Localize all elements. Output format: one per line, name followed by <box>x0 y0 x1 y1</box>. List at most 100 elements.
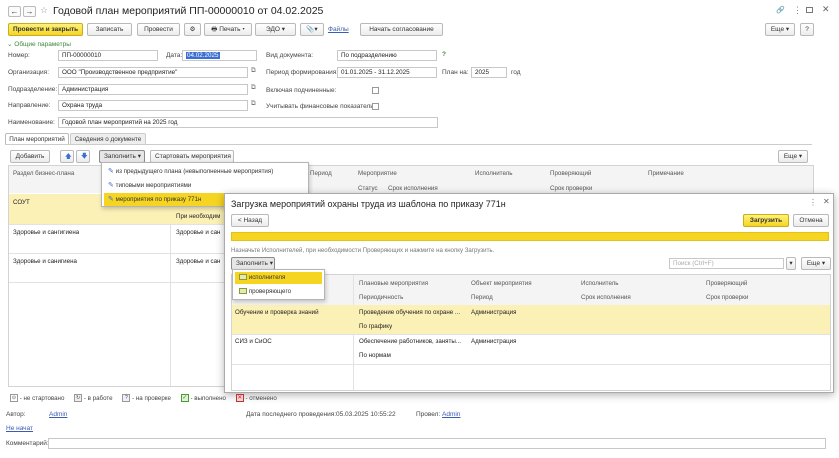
link-icon[interactable]: 🔗 <box>776 6 785 14</box>
help-icon[interactable]: ? <box>442 51 446 58</box>
dialog-hdr-object: Объект мероприятия <box>471 280 532 287</box>
plan-year-field[interactable]: 2025 <box>471 67 507 78</box>
dialog-subhdr-period: Период <box>471 294 493 301</box>
add-button[interactable]: Добавить <box>10 150 50 163</box>
table-icon <box>239 288 247 295</box>
main-hdr-period: Период <box>310 170 332 177</box>
structure-icon[interactable]: ⚙ <box>184 23 201 36</box>
help-button[interactable]: ? <box>800 23 814 36</box>
main-subhdr-status: Статус <box>358 185 378 192</box>
legend-done: - выполнено <box>190 395 226 402</box>
date-label: Дата: <box>166 52 183 59</box>
edo-button[interactable]: ЭДО ▾ <box>255 23 296 36</box>
main-hdr-event: Мероприятие <box>358 170 397 177</box>
incl-sub-label: Включая подчиненные: <box>266 87 337 94</box>
start-approval-button[interactable]: Начать согласование <box>360 23 443 36</box>
edo-label: ЭДО <box>266 26 280 33</box>
dialog-subhdr-check-deadline: Срок проверки <box>706 294 749 301</box>
print-label: Печать <box>219 26 241 33</box>
main-hdr-section: Раздел бизнес-плана <box>13 170 75 177</box>
window-maximize-icon[interactable] <box>806 7 813 13</box>
dialog-row2-event: Обеспечение работников, заняты... <box>359 338 461 345</box>
posted-link[interactable]: Admin <box>442 411 460 418</box>
fill-menu-item-previous[interactable]: ✎ из предыдущего плана (невыполненные ме… <box>104 165 306 178</box>
date-field[interactable]: 04.02.2025 <box>182 50 257 61</box>
more-button[interactable]: Еще ▾ <box>765 23 795 36</box>
general-section-label: Общие параметры <box>14 41 71 48</box>
post-and-close-button[interactable]: Провести и закрыть <box>8 23 83 36</box>
comment-field[interactable] <box>48 438 826 449</box>
nav-forward-button[interactable]: → <box>23 6 36 17</box>
dept-link-icon[interactable]: ⧉ <box>251 84 256 92</box>
move-up-button[interactable]: 🡅 <box>60 150 74 163</box>
date-value: 04.02.2025 <box>186 52 220 59</box>
period-label: Период формирования: <box>266 69 339 76</box>
dialog-back-button[interactable]: < Назад <box>231 214 269 227</box>
dialog-fill-item-executor[interactable]: исполнителя <box>235 272 322 284</box>
table-row[interactable] <box>232 335 830 364</box>
doctype-field[interactable]: По подразделению <box>337 50 437 61</box>
dialog-row-divider-2 <box>232 364 830 365</box>
dialog-more-icon[interactable]: ⋮ <box>809 198 817 207</box>
dialog-more-button[interactable]: Еще ▾ <box>801 257 831 270</box>
legend: ⊙ - не стартовано ↻ - в работе ? - на пр… <box>10 393 277 404</box>
number-field[interactable]: ПП-00000010 <box>58 50 158 61</box>
status-not-started-link[interactable]: Не начат <box>6 425 33 432</box>
load-dialog: Загрузка мероприятий охраны труда из шаб… <box>224 193 834 393</box>
main-row3-event: Здоровье и сан <box>176 258 221 265</box>
plan-year-label: План на: <box>442 69 469 76</box>
dialog-cancel-button[interactable]: Отмена <box>793 214 829 227</box>
fin-checkbox[interactable] <box>372 103 379 110</box>
more-label: Еще <box>770 26 785 33</box>
fill-menu-item-typical[interactable]: ✎ типовыми мероприятиями <box>104 179 306 192</box>
main-subhdr-check-deadline: Срок проверки <box>550 185 593 192</box>
dept-field[interactable]: Администрация <box>58 84 248 95</box>
fin-label: Учитывать финансовые показатели: <box>266 103 376 110</box>
period-field[interactable]: 01.01.2025 - 31.12.2025 <box>337 67 437 78</box>
post-button[interactable]: Провести <box>137 23 180 36</box>
dialog-search-input[interactable]: Поиск (Ctrl+F) <box>669 258 784 269</box>
legend-in-work: - в работе <box>83 395 113 402</box>
files-link[interactable]: Файлы <box>328 26 349 33</box>
dialog-close-icon[interactable]: ✕ <box>823 197 830 206</box>
dialog-fill-item-checker[interactable]: проверяющего <box>235 286 322 298</box>
favorite-star-icon[interactable]: ☆ <box>40 5 48 16</box>
save-button[interactable]: Записать <box>87 23 132 36</box>
org-field[interactable]: ООО "Производственное предприятие" <box>58 67 248 78</box>
nav-back-button[interactable]: ← <box>8 6 21 17</box>
org-label: Организация: <box>8 69 50 76</box>
dir-link-icon[interactable]: ⧉ <box>251 100 256 108</box>
dialog-search-dropdown[interactable]: ▾ <box>786 257 796 270</box>
fill-menu-label-typical: типовыми мероприятиями <box>115 182 192 189</box>
dialog-fill-menu: исполнителя проверяющего <box>232 269 325 300</box>
incl-sub-checkbox[interactable] <box>372 87 379 94</box>
status-on-check-icon: ? <box>122 394 131 403</box>
dialog-row2-group: СИЗ и СиОС <box>235 338 272 345</box>
table-row[interactable] <box>232 305 830 334</box>
general-params-toggle[interactable]: ⌄ Общие параметры <box>7 40 71 48</box>
table-icon <box>239 274 247 281</box>
plan-more-button[interactable]: Еще ▾ <box>778 150 808 163</box>
dialog-fill-label-executor: исполнителя <box>248 274 286 281</box>
move-down-button[interactable]: 🡇 <box>76 150 90 163</box>
close-icon[interactable]: ✕ <box>822 4 830 15</box>
dir-field[interactable]: Охрана труда <box>58 100 248 111</box>
attach-button[interactable]: 📎▾ <box>300 23 324 36</box>
doctype-label: Вид документа: <box>266 52 314 59</box>
main-row3-section: Здоровье и санигиена <box>13 258 77 265</box>
dialog-row1-object: Администрация <box>471 309 517 316</box>
dialog-row1-group: Обучение и проверка знаний <box>235 309 319 316</box>
name-field[interactable]: Годовой план мероприятий на 2025 год <box>58 117 438 128</box>
number-label: Номер: <box>8 52 30 59</box>
dialog-load-button[interactable]: Загрузить <box>743 214 789 227</box>
posted-label: Провел: <box>416 411 441 418</box>
author-link[interactable]: Admin <box>49 411 67 418</box>
legend-on-check: - на проверке <box>132 395 172 402</box>
legend-cancelled: - отменено <box>245 395 277 402</box>
last-post-label: Дата последнего проведения: <box>246 411 337 418</box>
org-link-icon[interactable]: ⧉ <box>251 67 256 75</box>
last-post-value: 05.03.2025 10:55:22 <box>336 411 396 418</box>
print-button[interactable]: 🖶 Печать ▾ <box>204 23 252 36</box>
more-vertical-icon[interactable]: ⋮ <box>793 5 802 16</box>
edit-icon: ✎ <box>108 168 114 175</box>
